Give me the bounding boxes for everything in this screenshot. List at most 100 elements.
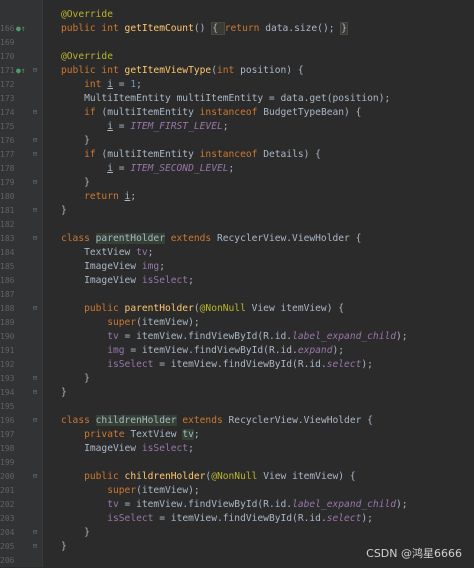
code-line[interactable]: 178 i = ITEM_SECOND_LEVEL;: [0, 162, 474, 176]
code-line[interactable]: 200 ⊟ public childrenHolder(@NonNull View…: [0, 470, 474, 484]
line-number: 184: [0, 248, 15, 257]
code-line[interactable]: 176 ⊟ }: [0, 134, 474, 148]
code-line[interactable]: 182: [0, 218, 474, 232]
code-token: = itemView.findViewById(R.id.: [118, 499, 293, 510]
code-line[interactable]: 201 super(itemView);: [0, 484, 474, 498]
fold-toggle-icon[interactable]: ⊟: [31, 148, 39, 162]
code-token: data: [280, 93, 304, 104]
override-marker-icon[interactable]: ●↑: [16, 64, 26, 78]
fold-toggle-icon[interactable]: ⊟: [31, 540, 39, 554]
fold-toggle-icon[interactable]: ⊟: [31, 134, 39, 148]
code-line[interactable]: 187: [0, 288, 474, 302]
fold-toggle-icon[interactable]: ⊟: [31, 372, 39, 386]
code-token: select: [326, 513, 362, 524]
code-line[interactable]: 199: [0, 456, 474, 470]
code-line[interactable]: @Override: [0, 8, 474, 22]
code-line[interactable]: 166 ●↑ public int getItemCount() { return …: [0, 22, 474, 36]
code-token: @Override: [61, 51, 113, 62]
code-token: parentHolder: [124, 303, 194, 314]
code-token: img: [141, 261, 160, 272]
code-line[interactable]: 196 ⊟ class childrenHolder extends Recycle…: [0, 414, 474, 428]
code-token: return: [84, 191, 125, 202]
code-line[interactable]: 195: [0, 400, 474, 414]
fold-toggle-icon[interactable]: ⊟: [31, 106, 39, 120]
code-line[interactable]: 169: [0, 36, 474, 50]
fold-toggle-icon[interactable]: ⊟: [31, 204, 39, 218]
code-line[interactable]: 184 TextView tv;: [0, 246, 474, 260]
code-token: tv: [107, 499, 119, 510]
code-token: View itemView) {: [263, 471, 356, 482]
code-token: );: [332, 345, 345, 356]
code-line[interactable]: 173 MultiItemEntity multiItemEntity = da…: [0, 92, 474, 106]
code-line[interactable]: 194 ⊟}: [0, 386, 474, 400]
code-line[interactable]: 171 ●↑ ⊟ public int getItemViewType(int pos…: [0, 64, 474, 78]
code-text: }: [61, 526, 90, 540]
code-token: );: [361, 359, 373, 370]
fold-toggle-icon[interactable]: ⊟: [31, 176, 39, 190]
code-token: .size();: [288, 23, 341, 34]
code-line[interactable]: 185 ImageView img;: [0, 260, 474, 274]
code-token: }: [61, 373, 90, 384]
code-token: Details) {: [263, 149, 321, 160]
code-token: @Override: [61, 9, 113, 20]
line-number: 180: [0, 192, 15, 201]
code-text: super(itemView);: [61, 316, 199, 330]
code-line[interactable]: 181 ⊟}: [0, 204, 474, 218]
code-token: if: [84, 149, 102, 160]
code-line[interactable]: 191 img = itemView.findViewById(R.id.exp…: [0, 344, 474, 358]
code-token: select: [326, 359, 362, 370]
code-line[interactable]: 183 ⊟ class parentHolder extends RecyclerV…: [0, 232, 474, 246]
code-line[interactable]: 202 tv = itemView.findViewById(R.id.labe…: [0, 498, 474, 512]
code-line[interactable]: 203 isSelect = itemView.findViewById(R.i…: [0, 512, 474, 526]
line-number: 174: [0, 108, 15, 117]
code-line[interactable]: 180 return i;: [0, 190, 474, 204]
override-marker-icon[interactable]: ●↑: [16, 22, 26, 36]
code-token: ;: [136, 79, 142, 90]
fold-toggle-icon[interactable]: ⊟: [31, 414, 39, 428]
code-line[interactable]: 175 i = ITEM_FIRST_LEVEL;: [0, 120, 474, 134]
code-token: }: [61, 135, 90, 146]
code-token: public int: [61, 23, 125, 34]
code-text: public int getItemCount() { return data.…: [61, 22, 349, 36]
code-line[interactable]: 190 tv = itemView.findViewById(R.id.labe…: [0, 330, 474, 344]
code-token: }: [340, 22, 349, 35]
code-line[interactable]: 177 ⊟ if (multiItemEntity instanceof Deta…: [0, 148, 474, 162]
code-line[interactable]: 174 ⊟ if (multiItemEntity instanceof Budg…: [0, 106, 474, 120]
fold-toggle-icon[interactable]: ⊟: [31, 232, 39, 246]
fold-toggle-icon[interactable]: ⊟: [31, 386, 39, 400]
fold-toggle-icon[interactable]: ⊟: [31, 470, 39, 484]
code-line[interactable]: 179 ⊟ }: [0, 176, 474, 190]
code-line[interactable]: 193 ⊟ }: [0, 372, 474, 386]
code-text: i = ITEM_SECOND_LEVEL;: [61, 162, 234, 176]
line-number: 205: [0, 542, 15, 551]
code-line[interactable]: 204 ⊟ }: [0, 526, 474, 540]
code-line[interactable]: 170 @Override: [0, 50, 474, 64]
code-line[interactable]: 192 isSelect = itemView.findViewById(R.i…: [0, 358, 474, 372]
code-line[interactable]: 188 ⊟ public parentHolder(@NonNull View i…: [0, 302, 474, 316]
code-line[interactable]: 197 private TextView tv;: [0, 428, 474, 442]
fold-toggle-icon[interactable]: ⊟: [31, 302, 39, 316]
code-editor[interactable]: @Override 166 ●↑ public int getItemCount() …: [0, 0, 474, 567]
fold-toggle-icon[interactable]: ⊟: [31, 64, 39, 78]
code-line[interactable]: 189 super(itemView);: [0, 316, 474, 330]
code-token: (multiItemEntity: [101, 107, 200, 118]
line-number: 193: [0, 374, 15, 383]
code-line[interactable]: 186 ImageView isSelect;: [0, 274, 474, 288]
code-token: );: [361, 513, 373, 524]
fold-toggle-icon[interactable]: ⊟: [31, 526, 39, 540]
code-line[interactable]: 198 ImageView isSelect;: [0, 442, 474, 456]
code-token: int: [216, 65, 241, 76]
code-token: isSelect: [141, 275, 189, 286]
code-line[interactable]: 172 int i = 1;: [0, 78, 474, 92]
code-token: ImageView: [61, 261, 142, 272]
code-token: RecyclerView.ViewHolder {: [216, 233, 362, 244]
code-token: getItemViewType: [124, 65, 212, 76]
line-number: 191: [0, 346, 15, 355]
code-token: ;: [130, 191, 137, 202]
code-token: ImageView: [61, 443, 142, 454]
code-token: tv: [182, 429, 194, 440]
